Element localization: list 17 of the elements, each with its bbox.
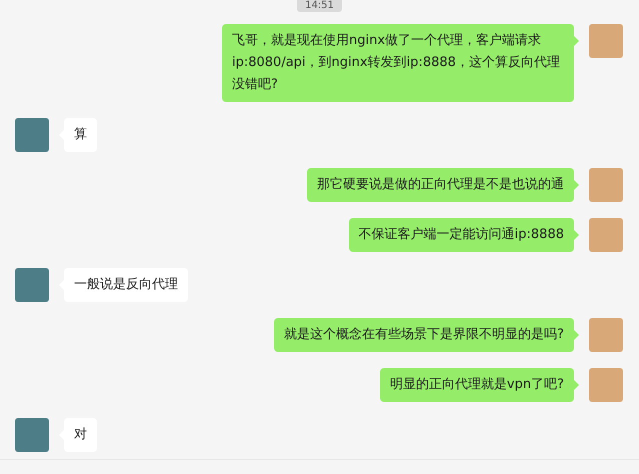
timestamp: 14:51 — [297, 0, 342, 12]
avatar-photo-placeholder[interactable] — [589, 168, 623, 202]
message-bubble: 就是这个概念在有些场景下是界限不明显的是吗? — [274, 318, 574, 352]
message-bubble: 不保证客户端一定能访问通ip:8888 — [348, 218, 574, 252]
avatar-photo-placeholder[interactable] — [589, 24, 623, 58]
message-bubble: 明显的正向代理就是vpn了吧? — [380, 368, 574, 402]
message-bubble: 一般说是反向代理 — [64, 268, 188, 302]
avatar-photo-placeholder[interactable] — [15, 118, 49, 152]
avatar-photo-placeholder[interactable] — [589, 368, 623, 402]
avatar-photo-placeholder[interactable] — [589, 218, 623, 252]
avatar-photo-placeholder[interactable] — [15, 268, 49, 302]
avatar-photo-placeholder[interactable] — [589, 318, 623, 352]
message-bubble: 算 — [64, 118, 97, 152]
avatar-photo-placeholder[interactable] — [15, 418, 49, 452]
message-bubble: 对 — [64, 418, 97, 452]
message-bubble: 那它硬要说是做的正向代理是不是也说的通 — [307, 168, 574, 202]
message-bubble: 飞哥，就是现在使用nginx做了一个代理，客户端请求ip:8080/api，到nginx转发到ip:8888，这个算反向代理没错吧? — [222, 24, 574, 102]
